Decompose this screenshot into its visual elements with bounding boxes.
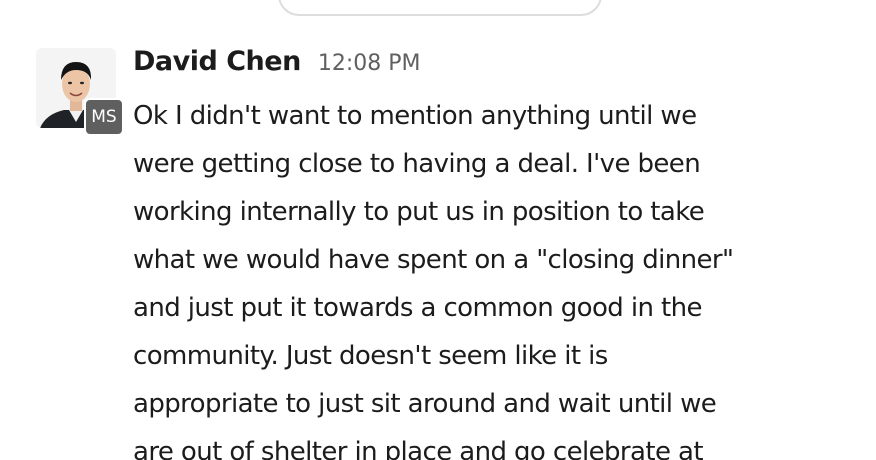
message-line: appropriate to just sit around and wait … [133,389,717,419]
message-pane: MS David Chen 12:08 PM Ok I didn't want … [0,0,876,460]
message-timestamp[interactable]: 12:08 PM [318,51,421,76]
message-line: working internally to put us in position… [133,197,705,227]
date-divider-button[interactable] [278,0,602,16]
message-line: are out of shelter in place and go celeb… [133,437,704,460]
message-header: David Chen 12:08 PM [133,46,833,86]
message-line: were getting close to having a deal. I'v… [133,149,701,179]
sender-name[interactable]: David Chen [133,46,301,77]
message-body: Ok I didn't want to mention anything unt… [133,92,833,460]
message-line: community. Just doesn't seem like it is [133,341,608,371]
message-line: Ok I didn't want to mention anything unt… [133,101,697,131]
message-line: what we would have spent on a "closing d… [133,245,734,275]
message-content: David Chen 12:08 PM Ok I didn't want to … [133,46,833,460]
org-badge: MS [84,98,124,136]
message-line: and just put it towards a common good in… [133,293,702,323]
